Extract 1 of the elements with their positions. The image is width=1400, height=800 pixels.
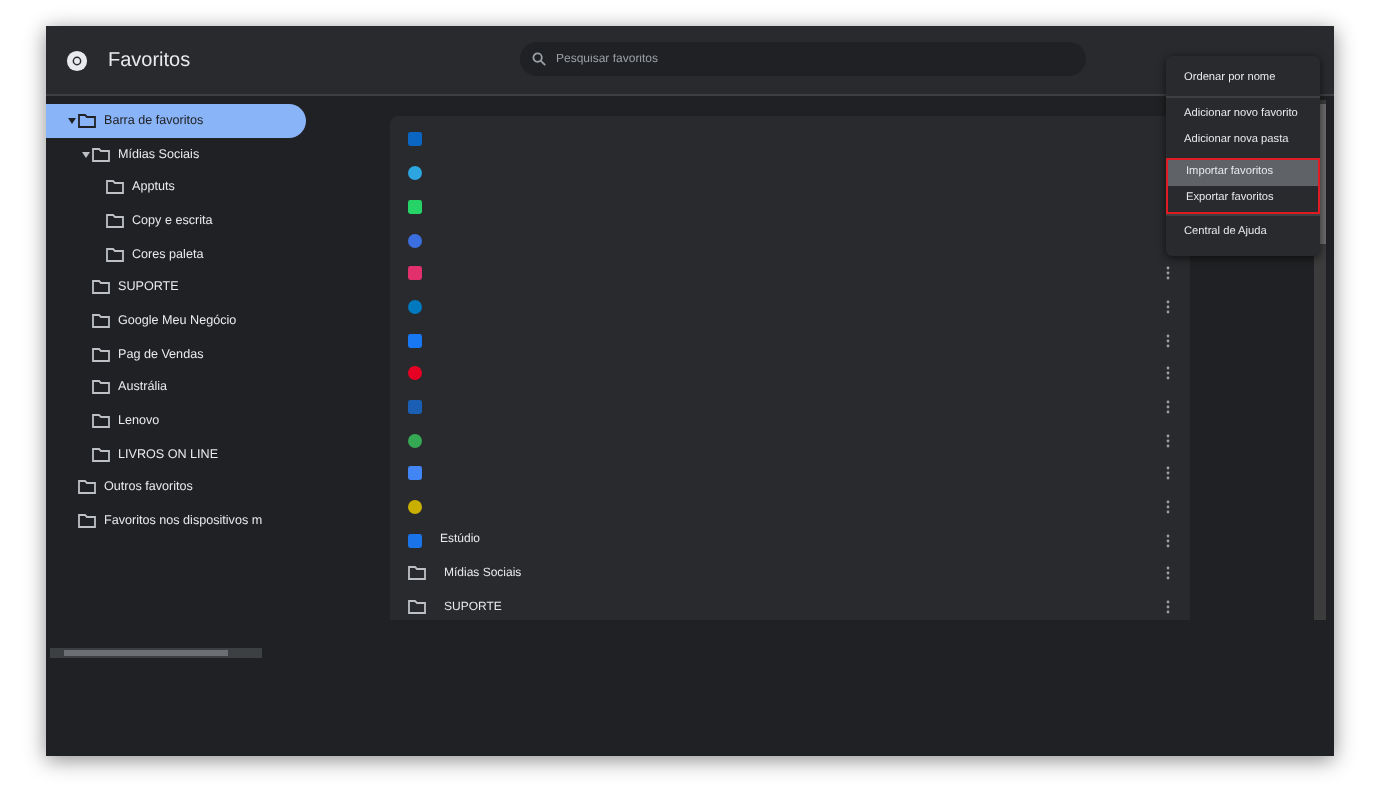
page-title: Favoritos <box>108 49 191 71</box>
